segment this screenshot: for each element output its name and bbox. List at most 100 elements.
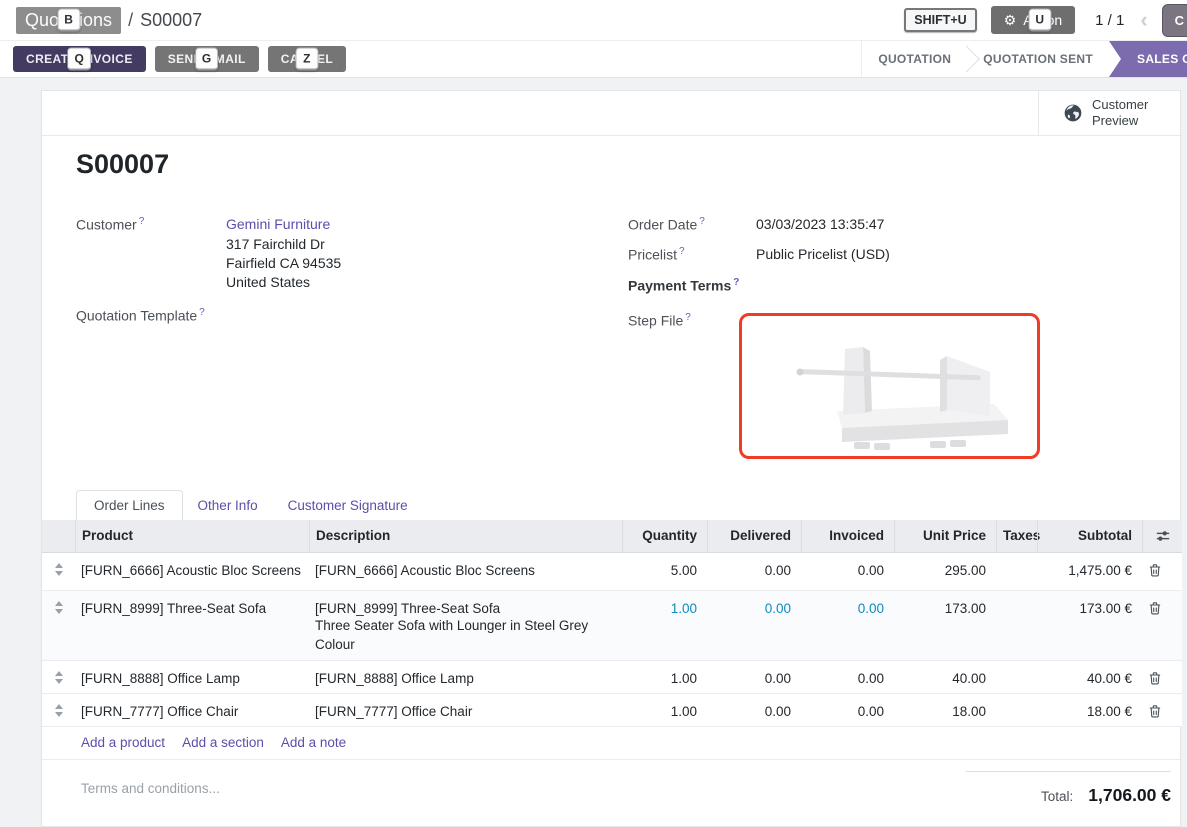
status-step-quotation-sent[interactable]: QUOTATION SENT — [967, 41, 1109, 77]
drag-handle-icon[interactable] — [42, 553, 75, 590]
cancel-button[interactable]: CANCEL Z — [268, 46, 346, 72]
delete-row-icon[interactable] — [1142, 553, 1182, 590]
cell-product[interactable]: [FURN_8999] Three-Seat Sofa — [75, 591, 309, 660]
header-invoiced[interactable]: Invoiced — [801, 520, 894, 552]
step-file-image-highlighted[interactable] — [739, 313, 1040, 459]
customer-preview-button[interactable]: Customer Preview — [1038, 91, 1180, 135]
customer-link[interactable]: Gemini Furniture — [226, 216, 330, 232]
cell-description[interactable]: [FURN_7777] Office Chair — [309, 694, 622, 726]
pager-previous-icon[interactable]: ‹ — [1140, 9, 1147, 31]
cell-description[interactable]: [FURN_8999] Three-Seat Sofa Three Seater… — [309, 591, 622, 660]
breadcrumb-quotations[interactable]: Quotations B — [16, 7, 121, 34]
cell-unit-price[interactable]: 40.00 — [894, 661, 996, 693]
cell-taxes[interactable] — [996, 661, 1037, 693]
hint-key-z: Z — [295, 48, 318, 71]
cell-delivered[interactable]: 0.00 — [707, 694, 801, 726]
customer-field-label: Customer? — [76, 216, 144, 233]
record-pager: 1 / 1 ‹ › — [1095, 9, 1171, 31]
status-step-quotation[interactable]: QUOTATION — [862, 41, 967, 77]
drag-handle-icon[interactable] — [42, 661, 75, 693]
hint-key-g: G — [195, 48, 219, 71]
add-section-link[interactable]: Add a section — [182, 735, 264, 750]
tab-other-info[interactable]: Other Info — [183, 491, 273, 520]
cell-taxes[interactable] — [996, 553, 1037, 590]
cell-delivered[interactable]: 0.00 — [707, 591, 801, 660]
cell-description[interactable]: [FURN_6666] Acoustic Bloc Screens — [309, 553, 622, 590]
cell-taxes[interactable] — [996, 591, 1037, 660]
pager-count: 1 / 1 — [1095, 12, 1124, 29]
order-title: S00007 — [76, 149, 169, 180]
drag-handle-icon[interactable] — [42, 591, 75, 660]
help-icon: ? — [699, 216, 705, 227]
header-subtotal[interactable]: Subtotal — [1037, 520, 1142, 552]
delete-row-icon[interactable] — [1142, 591, 1182, 660]
cell-description[interactable]: [FURN_8888] Office Lamp — [309, 661, 622, 693]
order-date-value[interactable]: 03/03/2023 13:35:47 — [756, 216, 884, 232]
delete-row-icon[interactable] — [1142, 661, 1182, 693]
cell-subtotal: 1,475.00 € — [1037, 553, 1142, 590]
header-description[interactable]: Description — [309, 520, 622, 552]
table-row[interactable]: [FURN_8888] Office Lamp [FURN_8888] Offi… — [42, 661, 1182, 694]
send-email-button[interactable]: SEND EMAIL G — [155, 46, 259, 72]
status-step-sales-order-active[interactable]: SALES ORDER — [1109, 41, 1187, 77]
cell-delivered[interactable]: 0.00 — [707, 661, 801, 693]
notebook-tabs: Order Lines Other Info Customer Signatur… — [76, 489, 423, 520]
drag-handle-icon[interactable] — [42, 694, 75, 726]
add-note-link[interactable]: Add a note — [281, 735, 346, 750]
table-footer-links: Add a product Add a section Add a note — [42, 727, 1182, 760]
address-line-1: 317 Fairchild Dr — [226, 235, 341, 254]
table-row[interactable]: [FURN_8999] Three-Seat Sofa [FURN_8999] … — [42, 591, 1182, 661]
create-invoice-button[interactable]: CREATE INVOICE Q — [13, 46, 146, 72]
total-value: 1,706.00 € — [1088, 785, 1171, 806]
table-header-row: Product Description Quantity Delivered I… — [42, 520, 1182, 553]
cell-product[interactable]: [FURN_7777] Office Chair — [75, 694, 309, 726]
order-lines-table: Product Description Quantity Delivered I… — [42, 520, 1182, 760]
header-unit-price[interactable]: Unit Price — [894, 520, 996, 552]
cut-off-button-label: C — [1175, 13, 1184, 28]
hint-key-u: U — [1028, 9, 1051, 32]
pricelist-value[interactable]: Public Pricelist (USD) — [756, 246, 890, 262]
table-row[interactable]: [FURN_7777] Office Chair [FURN_7777] Off… — [42, 694, 1182, 727]
tab-customer-signature[interactable]: Customer Signature — [273, 491, 423, 520]
quotation-template-field-label: Quotation Template? — [76, 307, 205, 324]
cell-unit-price[interactable]: 18.00 — [894, 694, 996, 726]
total-label: Total: — [1041, 789, 1073, 804]
cell-product[interactable]: [FURN_6666] Acoustic Bloc Screens — [75, 553, 309, 590]
step-file-3d-render — [742, 316, 1037, 456]
action-menu-button[interactable]: ⚙ Action U — [991, 6, 1075, 34]
status-quotation-sent-label: QUOTATION SENT — [983, 52, 1093, 66]
cell-invoiced[interactable]: 0.00 — [801, 553, 894, 590]
cell-invoiced[interactable]: 0.00 — [801, 591, 894, 660]
cell-quantity[interactable]: 1.00 — [622, 694, 707, 726]
breadcrumb-separator: / — [128, 10, 133, 31]
customer-field-value: Gemini Furniture 317 Fairchild Dr Fairfi… — [226, 216, 341, 292]
help-icon: ? — [139, 216, 145, 227]
optional-columns-icon[interactable] — [1142, 520, 1182, 552]
cell-unit-price[interactable]: 173.00 — [894, 591, 996, 660]
cell-product[interactable]: [FURN_8888] Office Lamp — [75, 661, 309, 693]
address-line-3: United States — [226, 273, 341, 292]
header-product[interactable]: Product — [75, 520, 309, 552]
step-file-field-label: Step File? — [628, 312, 691, 329]
tab-order-lines[interactable]: Order Lines — [76, 490, 183, 520]
cell-unit-price[interactable]: 295.00 — [894, 553, 996, 590]
cell-quantity[interactable]: 5.00 — [622, 553, 707, 590]
cell-invoiced[interactable]: 0.00 — [801, 661, 894, 693]
cell-invoiced[interactable]: 0.00 — [801, 694, 894, 726]
status-quotation-label: QUOTATION — [878, 52, 951, 66]
cut-off-button[interactable]: C — [1162, 4, 1187, 37]
header-delivered[interactable]: Delivered — [707, 520, 801, 552]
cell-delivered[interactable]: 0.00 — [707, 553, 801, 590]
cell-quantity[interactable]: 1.00 — [622, 591, 707, 660]
add-product-link[interactable]: Add a product — [81, 735, 165, 750]
hint-key-q: Q — [67, 48, 91, 71]
cell-taxes[interactable] — [996, 694, 1037, 726]
header-quantity[interactable]: Quantity — [622, 520, 707, 552]
cell-quantity[interactable]: 1.00 — [622, 661, 707, 693]
table-row[interactable]: [FURN_6666] Acoustic Bloc Screens [FURN_… — [42, 553, 1182, 591]
cell-subtotal: 18.00 € — [1037, 694, 1142, 726]
terms-and-conditions-placeholder[interactable]: Terms and conditions... — [81, 781, 220, 796]
header-taxes[interactable]: Taxes — [996, 520, 1037, 552]
status-pipeline: QUOTATION QUOTATION SENT SALES ORDER — [861, 41, 1187, 77]
delete-row-icon[interactable] — [1142, 694, 1182, 726]
